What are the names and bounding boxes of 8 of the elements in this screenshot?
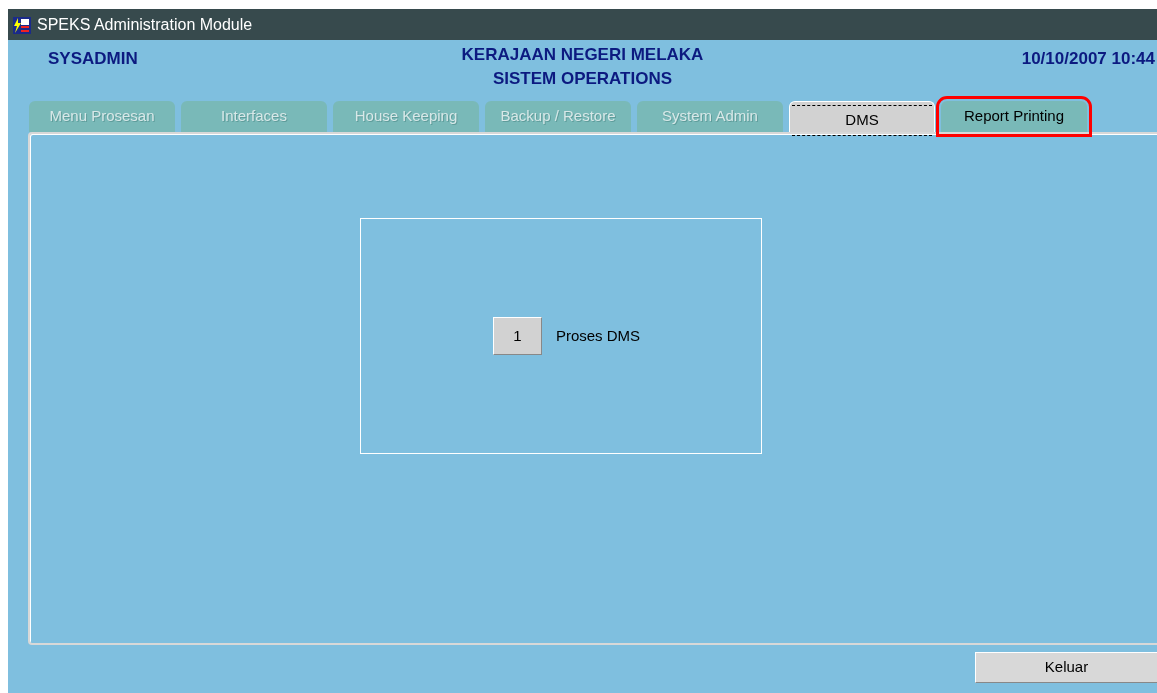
organization-title: SISTEM OPERATIONS [491,68,674,90]
organization-title: KERAJAAN NEGERI MELAKA [461,44,704,66]
date-time: 10/10/2007 10:44 [1021,49,1155,68]
menu-label: Proses DMS [555,325,641,346]
window-title: SPEKS Administration Module [37,14,253,35]
menu-key-button[interactable]: 1 [492,317,542,355]
exit-button[interactable]: Keluar [975,652,1157,683]
user-name: SYSADMIN [48,49,138,68]
